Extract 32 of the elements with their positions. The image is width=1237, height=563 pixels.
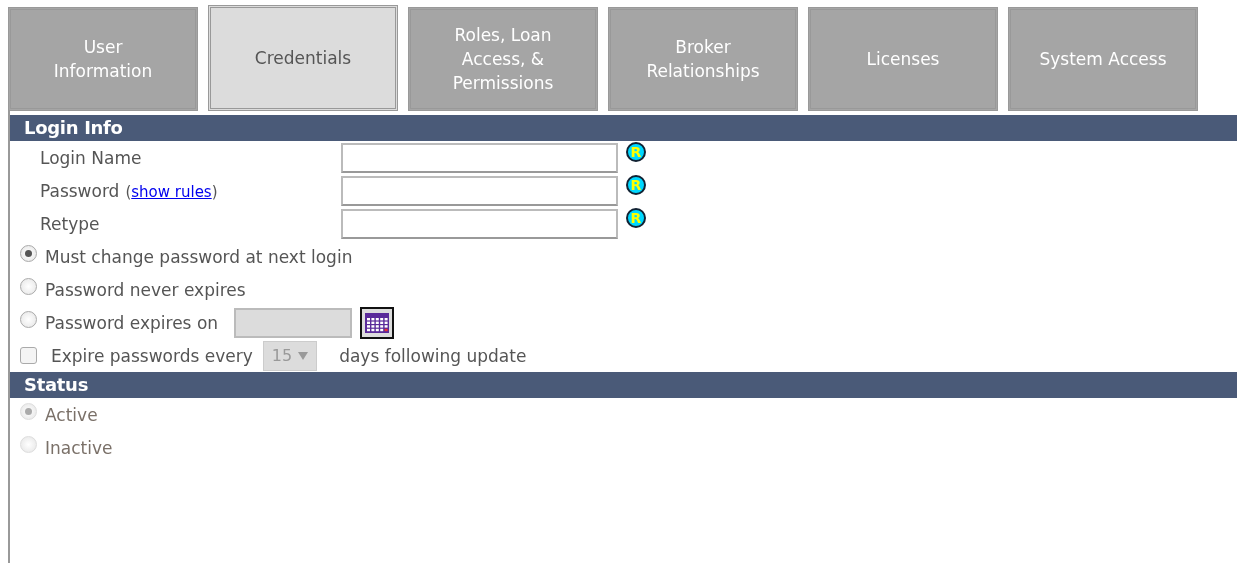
tab[interactable]: Roles, Loan Access, & Permissions [408, 7, 598, 111]
option-label: Must change password at next login [45, 246, 353, 267]
input-field[interactable] [341, 142, 618, 173]
input-field[interactable] [341, 175, 618, 206]
field-label: Password [40, 180, 120, 201]
radio-button[interactable] [20, 245, 37, 262]
radio-button[interactable] [20, 278, 37, 295]
required-icon: R [626, 141, 646, 162]
tab[interactable]: User Information [8, 7, 198, 111]
field-label: Login Name [40, 147, 142, 168]
calendar-icon[interactable] [360, 306, 395, 339]
section-header: Login Info [10, 115, 1237, 141]
option-label: Password never expires [45, 279, 246, 300]
input-field[interactable] [341, 208, 618, 239]
show-rules-link[interactable]: show rules [131, 182, 212, 201]
field-label: Retype [40, 213, 100, 234]
tab[interactable]: Broker Relationships [608, 7, 798, 111]
option-label: days following update [339, 345, 527, 366]
option-label: Active [45, 404, 98, 425]
tab[interactable]: System Access [1008, 7, 1198, 111]
required-icon: R [626, 207, 646, 228]
option-label: Expire passwords every [51, 345, 253, 366]
option-label: Inactive [45, 437, 113, 458]
option-label: Password expires on [45, 312, 219, 333]
required-icon: R [626, 174, 646, 195]
radio-button[interactable] [20, 311, 37, 328]
section-header: Status [10, 372, 1237, 398]
parenthesis: ( [125, 182, 132, 201]
tab[interactable]: Credentials [208, 5, 398, 111]
tab[interactable]: Licenses [808, 7, 998, 111]
parenthesis: ) [211, 182, 218, 201]
caret-icon [298, 351, 309, 360]
